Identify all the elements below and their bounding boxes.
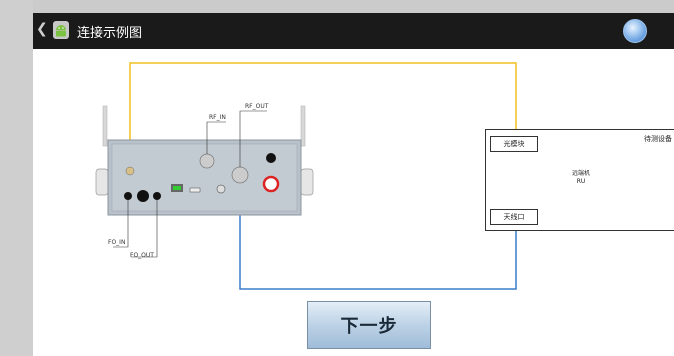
optical-port: 光模块	[490, 136, 538, 152]
page-title: 连接示例图	[77, 26, 143, 41]
antenna-port: 天线口	[490, 209, 538, 225]
next-button[interactable]: 下一步	[307, 301, 431, 349]
chevron-left-icon[interactable]: ❮	[36, 21, 48, 37]
device-center-line1: 远端机	[571, 170, 590, 177]
next-button-label: 下一步	[340, 316, 398, 337]
android-icon	[53, 21, 69, 39]
rf-out-label: RF_OUT	[245, 103, 269, 110]
title-bar: ❮ 连接示例图	[33, 13, 674, 49]
home-icon[interactable]	[623, 19, 647, 43]
signal-generator-device	[95, 105, 314, 216]
content-area: RF_IN RF_OUT FO_IN FO_OUT 待测设备 光模块 远端机 R…	[33, 49, 674, 356]
device-center-line2: RU	[576, 178, 586, 185]
device-center-label: 远端机 RU	[556, 170, 606, 186]
device-under-test: 待测设备 光模块 远端机 RU 天线口	[485, 129, 674, 231]
fo-out-label: FO_OUT	[130, 252, 154, 259]
left-margin	[0, 0, 33, 356]
rf-in-label: RF_IN	[209, 114, 226, 121]
device-title: 待测设备	[644, 135, 672, 143]
fo-in-label: FO_IN	[108, 239, 126, 246]
